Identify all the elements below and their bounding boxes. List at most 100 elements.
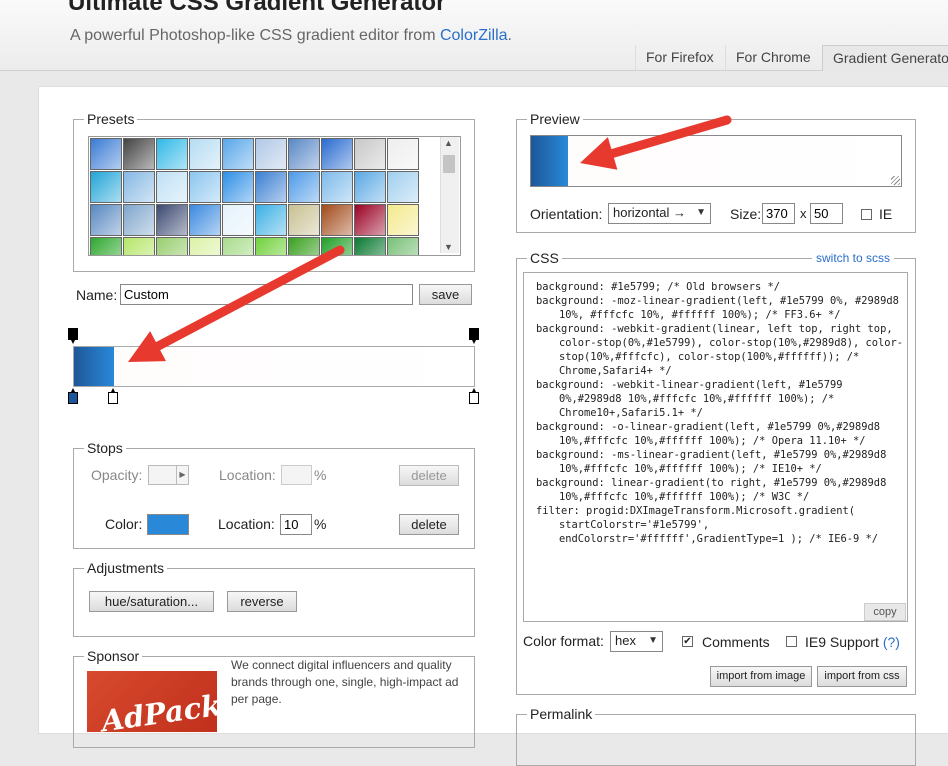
css-code-line: background: -o-linear-gradient(left, #1e… [536,421,887,447]
css-code-line: background: #1e5799; /* Old browsers */ [536,281,780,293]
preset-swatch[interactable] [189,138,221,170]
preset-swatch[interactable] [189,237,221,255]
orientation-select[interactable]: horizontal → ▼ [608,203,711,224]
ie9-support-checkbox[interactable] [786,636,797,647]
color-swatch[interactable] [147,514,189,535]
color-format-select[interactable]: hex ▼ [610,631,663,652]
css-code-line: background: -webkit-gradient(linear, lef… [536,323,904,377]
check-icon: ✔ [683,636,692,647]
height-input[interactable] [810,203,843,224]
colorzilla-link[interactable]: ColorZilla [440,27,508,44]
preset-swatch[interactable] [90,171,122,203]
gradient-preview [530,135,902,187]
tab-gradient-generator[interactable]: Gradient Generator [822,45,948,71]
subtitle-suffix: . [507,27,512,44]
preset-swatch[interactable] [288,237,320,255]
color-stop-10[interactable] [108,388,118,405]
css-code-line: background: -moz-linear-gradient(left, #… [536,295,906,321]
ie-checkbox[interactable] [861,209,872,220]
preset-swatch[interactable] [156,138,188,170]
preset-swatch[interactable] [222,171,254,203]
scroll-thumb[interactable] [443,155,455,173]
preset-swatch[interactable] [123,204,155,236]
preset-swatch[interactable] [354,237,386,255]
preset-swatch[interactable] [321,204,353,236]
preset-swatch[interactable] [255,237,287,255]
preset-swatch[interactable] [222,204,254,236]
opacity-location-label: Location: [219,467,276,483]
preset-swatch[interactable] [321,138,353,170]
color-location-input[interactable] [280,514,312,535]
import-from-css-button[interactable]: import from css [817,666,907,687]
preset-swatch[interactable] [321,237,353,255]
presets-grid [88,136,461,256]
preset-swatch[interactable] [387,138,419,170]
presets-scrollbar[interactable]: ▲ ▼ [440,137,459,253]
reverse-button[interactable]: reverse [227,591,297,612]
preset-swatch[interactable] [222,138,254,170]
preset-swatch[interactable] [156,237,188,255]
preset-swatch[interactable] [90,204,122,236]
preset-swatch[interactable] [354,204,386,236]
name-input[interactable] [120,284,413,305]
preset-swatch[interactable] [123,138,155,170]
preset-swatch[interactable] [123,237,155,255]
css-code-box[interactable]: background: #1e5799; /* Old browsers */ b… [523,272,908,622]
sponsor-logo[interactable]: AdPacks [87,671,217,732]
copy-button[interactable]: copy [864,603,906,621]
hue-saturation-button[interactable]: hue/saturation... [89,591,214,612]
comments-checkbox[interactable]: ✔ [682,636,693,647]
ie9-help-link[interactable]: (?) [883,634,900,650]
color-delete-button[interactable]: delete [399,514,459,535]
preset-swatch[interactable] [288,204,320,236]
sponsor-text[interactable]: We connect digital influencers and quali… [231,657,467,708]
color-label: Color: [105,516,143,532]
css-code-line: background: -ms-linear-gradient(left, #1… [536,449,893,475]
scroll-up-icon[interactable]: ▲ [444,138,453,148]
color-stop-100[interactable] [469,388,479,405]
opacity-delete-button[interactable]: delete [399,465,459,486]
gradient-bar[interactable] [73,346,475,387]
scroll-down-icon[interactable]: ▼ [444,242,453,252]
tab-firefox[interactable]: For Firefox [635,45,724,70]
preset-swatch[interactable] [255,138,287,170]
preset-swatch[interactable] [255,204,287,236]
opacity-arrow-icon[interactable]: ▶ [176,466,188,484]
preset-swatch[interactable] [354,138,386,170]
opacity-stop-left[interactable] [68,328,78,346]
preset-swatch[interactable] [222,237,254,255]
switch-to-scss-link[interactable]: switch to scss [812,251,895,265]
color-stop-0[interactable] [68,388,78,405]
preset-swatch[interactable] [123,171,155,203]
preset-swatch[interactable] [288,138,320,170]
opacity-input[interactable]: ▶ [148,465,189,485]
preview-legend: Preview [530,111,580,127]
opacity-location-input[interactable] [281,465,312,485]
preset-swatch[interactable] [354,171,386,203]
width-input[interactable] [762,203,795,224]
orientation-value: horizontal → [613,205,686,220]
resize-grip-icon[interactable] [891,176,900,185]
preset-swatch[interactable] [321,171,353,203]
save-button[interactable]: save [419,284,472,305]
preset-swatch[interactable] [189,204,221,236]
preset-swatch[interactable] [90,237,122,255]
tab-chrome[interactable]: For Chrome [725,45,821,70]
import-from-image-button[interactable]: import from image [710,666,812,687]
preset-swatch[interactable] [387,204,419,236]
permalink-legend: Permalink [530,706,593,722]
css-code-line: filter: progid:DXImageTransform.Microsof… [536,505,879,545]
orientation-label: Orientation: [530,206,603,222]
opacity-stop-right[interactable] [469,328,479,346]
preset-swatch[interactable] [255,171,287,203]
preset-swatch[interactable] [189,171,221,203]
preset-swatch[interactable] [387,171,419,203]
css-legend: CSS [530,250,559,266]
color-location-label: Location: [218,516,275,532]
preset-swatch[interactable] [90,138,122,170]
preset-swatch[interactable] [387,237,419,255]
preset-swatch[interactable] [156,204,188,236]
preset-swatch[interactable] [288,171,320,203]
preset-swatch[interactable] [156,171,188,203]
permalink-panel: Permalink [516,706,916,766]
